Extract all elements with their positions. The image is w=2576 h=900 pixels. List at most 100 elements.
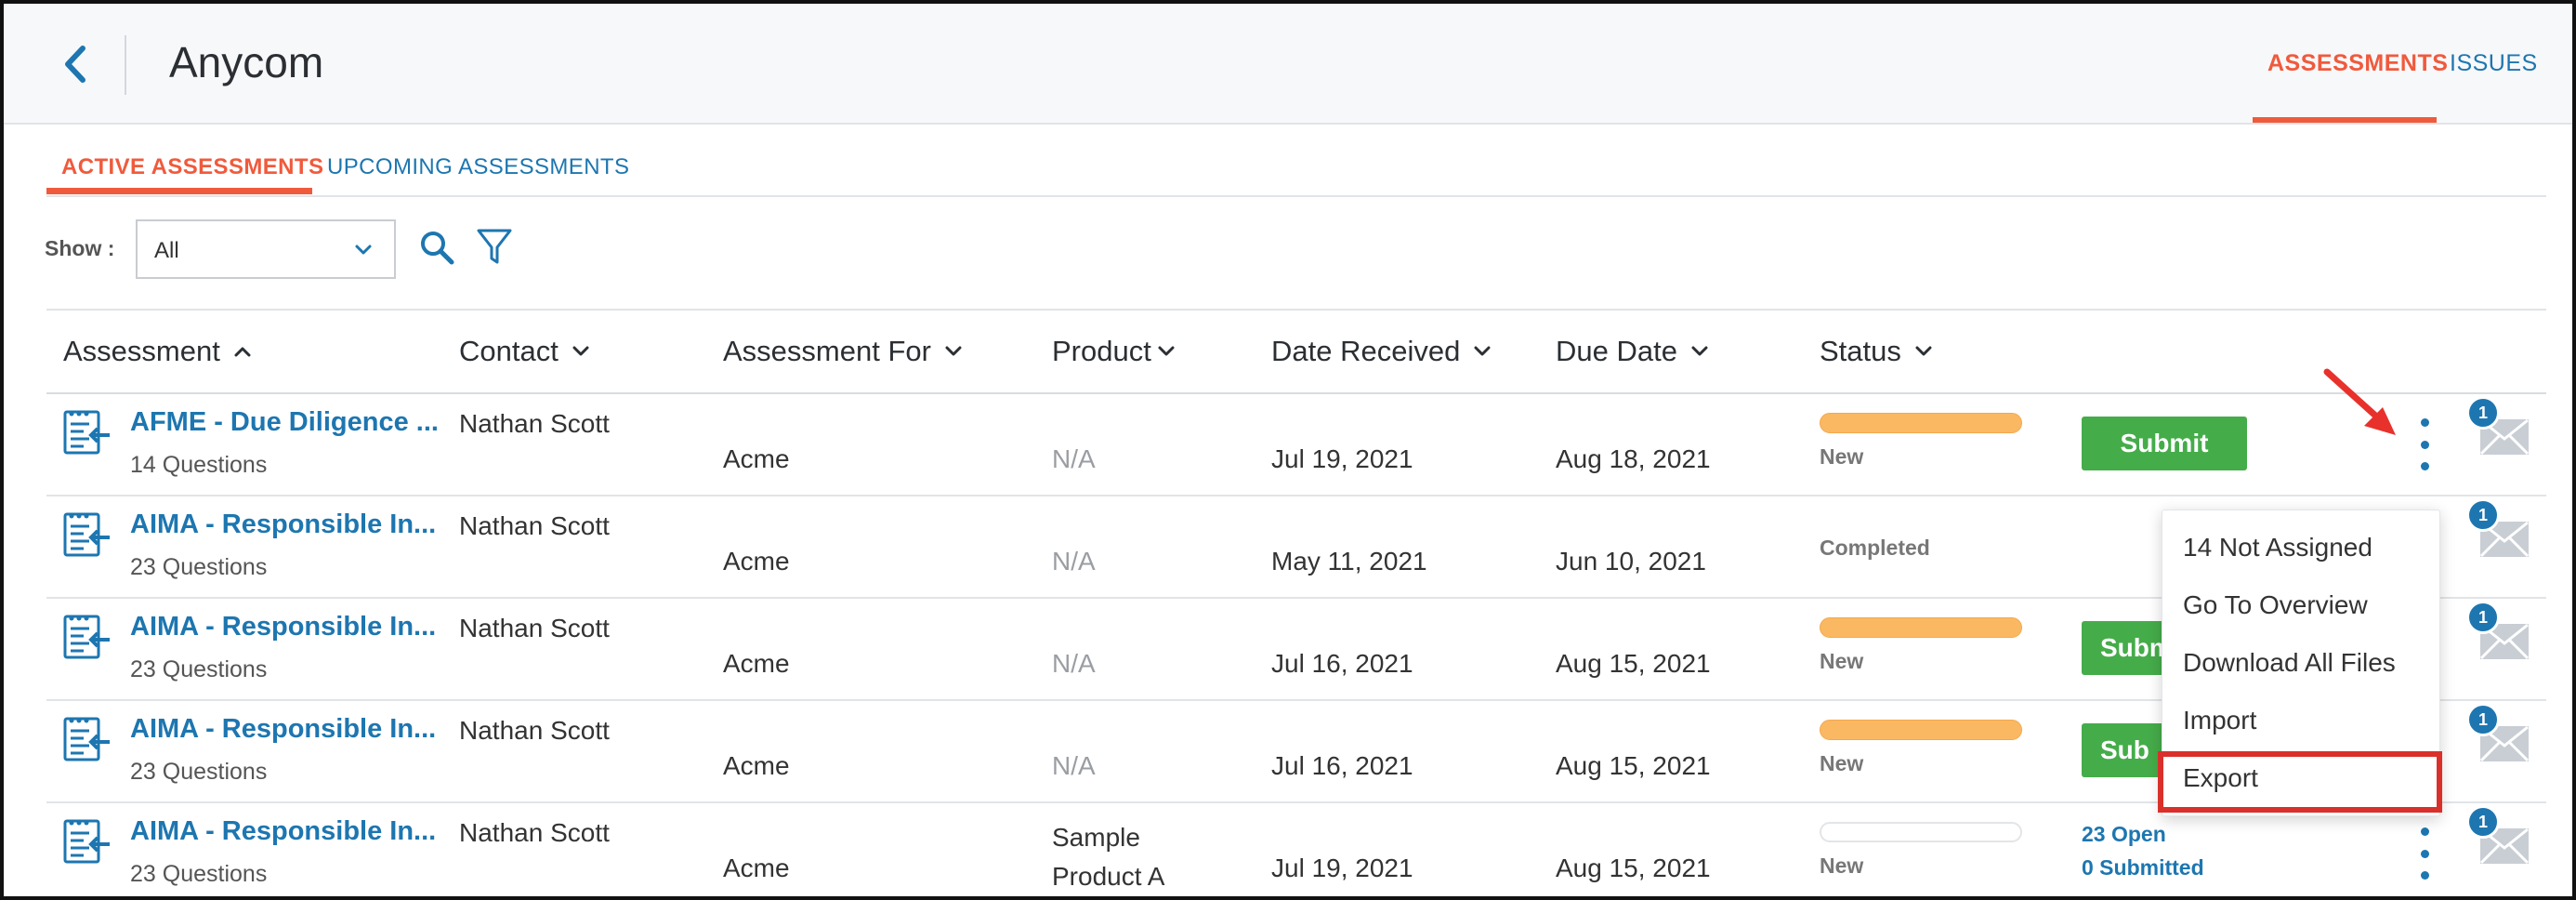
status-progress-bar <box>1820 617 2022 638</box>
chevron-down-icon <box>572 346 589 356</box>
assessment-title-link[interactable]: AIMA - Responsible In... <box>130 714 436 745</box>
more-options-button[interactable] <box>2411 824 2438 883</box>
status-progress-bar <box>1820 720 2022 740</box>
menu-item-not-assigned[interactable]: 14 Not Assigned <box>2183 533 2372 562</box>
search-button[interactable] <box>418 229 455 266</box>
assessment-icon <box>63 512 110 557</box>
column-label: Date Received <box>1271 335 1461 367</box>
tab-active-assessments[interactable]: ACTIVE ASSESSMENTS <box>61 154 323 180</box>
assessment-title-link[interactable]: AIMA - Responsible In... <box>130 510 436 540</box>
due-date: Aug 15, 2021 <box>1556 751 1711 780</box>
status-text: New <box>1820 444 1864 469</box>
table-row: AIMA - Responsible In... 23 Questions Na… <box>46 803 2546 896</box>
page-title: Anycom <box>169 38 324 86</box>
assessment-title-link[interactable]: AFME - Due Diligence ... <box>130 407 439 438</box>
message-count-badge: 1 <box>2466 601 2500 634</box>
chevron-down-icon <box>1915 346 1932 356</box>
chevron-down-icon <box>355 245 372 255</box>
submit-button[interactable]: Submit <box>2082 417 2247 470</box>
assessment-for: Acme <box>723 444 790 473</box>
table-top-divider <box>46 309 2546 311</box>
tab-assessments[interactable]: ASSESSMENTS <box>2267 50 2448 77</box>
status-text: New <box>1820 751 1864 775</box>
chevron-down-icon <box>1691 346 1708 356</box>
column-header-assessment-for[interactable]: Assessment For <box>723 335 963 368</box>
date-received: Jul 16, 2021 <box>1271 649 1413 678</box>
column-header-contact[interactable]: Contact <box>459 335 590 368</box>
status-text: New <box>1820 649 1864 673</box>
product: Sample Product A <box>1052 818 1164 896</box>
assessment-title-link[interactable]: AIMA - Responsible In... <box>130 816 436 847</box>
kebab-icon <box>2420 418 2429 427</box>
assessment-title-link[interactable]: AIMA - Responsible In... <box>130 612 436 642</box>
assessment-for: Acme <box>723 854 790 882</box>
more-options-button[interactable] <box>2411 415 2438 474</box>
question-count: 23 Questions <box>130 554 268 580</box>
column-label: Assessment For <box>723 335 931 367</box>
due-date: Aug 15, 2021 <box>1556 854 1711 882</box>
question-count: 14 Questions <box>130 452 268 478</box>
product: N/A <box>1052 444 1096 473</box>
column-header-due-date[interactable]: Due Date <box>1556 335 1709 368</box>
message-count-badge: 1 <box>2466 805 2500 839</box>
subtabs: ACTIVE ASSESSMENTS UPCOMING ASSESSMENTS <box>46 143 2546 197</box>
status-progress-bar <box>1820 413 2022 433</box>
product: N/A <box>1052 547 1096 576</box>
column-header-date-received[interactable]: Date Received <box>1271 335 1492 368</box>
show-select-value: All <box>154 238 179 263</box>
date-received: Jul 19, 2021 <box>1271 444 1413 473</box>
question-count: 23 Questions <box>130 759 268 785</box>
contact-name: Nathan Scott <box>459 409 610 438</box>
column-header-status[interactable]: Status <box>1820 335 1933 368</box>
search-icon <box>421 232 454 265</box>
active-tab-indicator <box>2253 117 2437 123</box>
kebab-icon <box>2420 827 2429 836</box>
contact-name: Nathan Scott <box>459 511 610 540</box>
menu-item-go-to-overview[interactable]: Go To Overview <box>2183 590 2368 620</box>
status-progress-bar <box>1820 822 2022 842</box>
column-label: Contact <box>459 335 559 367</box>
submitted-questions-link[interactable]: 0 Submitted <box>2082 855 2204 880</box>
chevron-down-icon <box>1158 346 1175 356</box>
top-header: Anycom ASSESSMENTS ISSUES <box>4 4 2572 125</box>
open-questions-link[interactable]: 23 Open <box>2082 822 2166 847</box>
chevron-up-icon <box>234 347 251 357</box>
back-button[interactable] <box>52 41 99 87</box>
message-count-badge: 1 <box>2466 396 2500 430</box>
table-row: AFME - Due Diligence ... 14 Questions Na… <box>46 394 2546 496</box>
assessment-icon <box>63 819 110 864</box>
filter-button[interactable] <box>476 227 513 268</box>
due-date: Aug 18, 2021 <box>1556 444 1711 473</box>
column-label: Due Date <box>1556 335 1677 367</box>
column-label: Assessment <box>63 335 220 367</box>
annotation-arrow-icon <box>2323 368 2396 435</box>
status-text: New <box>1820 854 1864 878</box>
status-text: Completed <box>1820 536 1930 560</box>
active-subtab-indicator <box>46 188 312 194</box>
date-received: Jul 19, 2021 <box>1271 854 1413 882</box>
product-line: Product A <box>1052 862 1165 891</box>
question-count: 23 Questions <box>130 861 268 887</box>
assessment-icon <box>63 717 110 761</box>
chevron-down-icon <box>945 346 962 356</box>
column-header-product[interactable]: Product <box>1052 335 1176 368</box>
menu-item-download-all-files[interactable]: Download All Files <box>2183 648 2396 678</box>
column-header-assessment[interactable]: Assessment <box>63 335 252 368</box>
chevron-down-icon <box>1474 346 1491 356</box>
filter-icon <box>477 229 512 264</box>
show-select[interactable]: All <box>136 219 396 279</box>
export-highlight-box <box>2158 751 2442 813</box>
column-label: Product <box>1052 335 1151 367</box>
app-frame: Anycom ASSESSMENTS ISSUES ACTIVE ASSESSM… <box>0 0 2576 900</box>
assessment-for: Acme <box>723 751 790 780</box>
date-received: May 11, 2021 <box>1271 547 1427 576</box>
assessment-for: Acme <box>723 547 790 576</box>
tab-issues[interactable]: ISSUES <box>2450 50 2538 77</box>
tab-upcoming-assessments[interactable]: UPCOMING ASSESSMENTS <box>327 154 629 180</box>
product: N/A <box>1052 649 1096 678</box>
product-line: Sample <box>1052 823 1140 852</box>
contact-name: Nathan Scott <box>459 818 610 847</box>
assessment-icon <box>63 615 110 659</box>
chevron-left-icon <box>65 46 85 83</box>
menu-item-import[interactable]: Import <box>2183 706 2256 735</box>
